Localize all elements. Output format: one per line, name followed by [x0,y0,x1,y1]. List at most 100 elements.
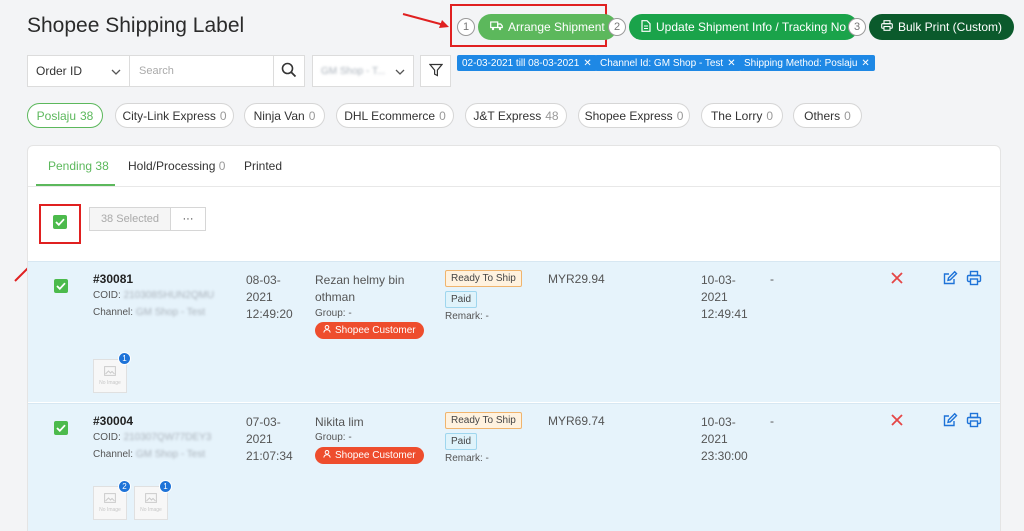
selected-count-button[interactable]: 38 Selected [89,207,171,231]
ship-date: 10-03- 2021 23:30:00 [701,414,748,465]
courier-name: Others [804,108,841,123]
filter-icon [428,63,443,80]
status-badge: Ready To Ship [445,270,522,287]
courier-count: 0 [219,108,227,123]
close-icon[interactable]: ✕ [861,58,869,69]
filter-tag-shipping-label: Shipping Method: Poslaju [744,57,858,69]
courier-name: The Lorry [710,108,763,123]
order-channel: Channel: GM Shop - Test [93,307,205,318]
search-button[interactable] [273,55,305,87]
order-amount: MYR69.74 [548,414,605,428]
order-time: 12:49:20 [246,307,293,321]
courier-name: Shopee Express [584,108,673,123]
close-icon[interactable]: ✕ [583,58,591,69]
shop-select[interactable]: GM Shop - T... [312,55,414,87]
more-actions-button[interactable]: ··· [170,207,206,231]
courier-pill-the-lorry[interactable]: The Lorry 0 [701,103,783,128]
check-icon [56,419,66,437]
ship-date: 10-03- 2021 12:49:41 [701,272,748,323]
shop-select-value: GM Shop - T... [321,65,386,77]
tab-hold-processing[interactable]: Hold/Processing 0 [128,159,225,173]
ship-time: 23:30:00 [701,449,748,463]
filter-tag-channel[interactable]: Channel Id: GM Shop - Test ✕ [595,55,741,71]
bulk-print-label: Bulk Print (Custom) [898,20,1003,34]
courier-count: 0 [308,108,316,123]
quantity-bubble: 2 [118,480,131,493]
select-all-checkbox[interactable] [53,215,67,229]
order-date-line2: 2021 [246,290,273,304]
delete-icon[interactable] [890,413,904,432]
coid-value: 210307QW77DEY3 [123,432,212,443]
quantity-bubble: 1 [159,480,172,493]
image-placeholder-icon [104,493,116,505]
filter-tag-shipping[interactable]: Shipping Method: Poslaju ✕ [739,55,875,71]
row-checkbox[interactable] [54,421,68,435]
close-icon[interactable]: ✕ [727,58,735,69]
user-icon [323,325,331,336]
courier-count: 0 [439,108,446,123]
user-icon [323,450,331,461]
edit-icon[interactable] [942,270,958,291]
update-shipment-info-button[interactable]: Update Shipment Info / Tracking No [629,14,859,40]
courier-pill-shopee-express[interactable]: Shopee Express 0 [578,103,690,128]
coid-label: COID: [93,432,121,443]
courier-name: DHL Ecommerce [344,108,436,123]
filter-tag-date-label: 02-03-2021 till 08-03-2021 [462,57,580,69]
row-checkbox[interactable] [54,279,68,293]
arrange-shipment-button[interactable]: Arrange Shipment [478,14,617,40]
courier-count: 48 [545,108,559,123]
courier-count: 38 [80,108,94,123]
courier-name: City-Link Express [122,108,216,123]
tabs-divider [28,186,1000,187]
courier-pill-jt-express[interactable]: J&T Express 48 [465,103,567,128]
courier-count: 0 [766,108,774,123]
tab-printed[interactable]: Printed [244,159,282,173]
shopee-customer-label: Shopee Customer [335,450,416,461]
search-placeholder: Search [139,65,174,77]
courier-pill-poslaju[interactable]: Poslaju 38 [27,103,103,128]
step-number-3: 3 [848,18,866,36]
courier-pill-others[interactable]: Others 0 [793,103,862,128]
customer-name-line1: Rezan helmy bin [315,273,405,287]
order-remark: Remark: - [445,311,489,322]
selected-count-label: 38 Selected [100,213,160,225]
courier-pill-ninja-van[interactable]: Ninja Van 0 [244,103,325,128]
step-number-2: 2 [608,18,626,36]
search-by-select[interactable]: Order ID [27,55,130,87]
no-image-label: No Image [140,507,162,513]
search-input[interactable]: Search [129,55,274,87]
print-icon[interactable] [966,270,982,291]
courier-pill-city-link[interactable]: City-Link Express 0 [115,103,234,128]
shopee-customer-tag: Shopee Customer [315,322,424,339]
update-shipment-info-label: Update Shipment Info / Tracking No [656,20,847,34]
step-number-1: 1 [457,18,475,36]
tab-hold-label: Hold/Processing [128,159,216,173]
ship-date-line2: 2021 [701,432,728,446]
bulk-print-button[interactable]: Bulk Print (Custom) [869,14,1015,40]
delete-icon[interactable] [890,271,904,290]
order-id[interactable]: #30081 [93,272,133,286]
no-image-label: No Image [99,380,121,386]
order-extra: - [770,414,774,428]
ship-date-line2: 2021 [701,290,728,304]
annotation-arrow-top-icon [402,13,449,28]
print-icon[interactable] [966,412,982,433]
check-icon [55,213,65,231]
order-date-line1: 08-03- [246,273,281,287]
search-icon [281,62,297,81]
check-icon [56,277,66,295]
order-coid: COID: 210307QW77DEY3 [93,432,211,443]
order-date-line1: 07-03- [246,415,281,429]
order-date-line2: 2021 [246,432,273,446]
tab-hold-count: 0 [218,159,226,173]
tab-pending[interactable]: Pending 38 [48,159,109,173]
edit-icon[interactable] [942,412,958,433]
status-badge: Ready To Ship [445,412,522,429]
customer-group: Group: - [315,432,352,443]
filter-button[interactable] [420,55,451,87]
filter-tag-date[interactable]: 02-03-2021 till 08-03-2021 ✕ [457,55,597,71]
order-id[interactable]: #30004 [93,414,133,428]
courier-pill-dhl[interactable]: DHL Ecommerce 0 [336,103,454,128]
ship-time: 12:49:41 [701,307,748,321]
chevron-down-icon [111,64,121,78]
